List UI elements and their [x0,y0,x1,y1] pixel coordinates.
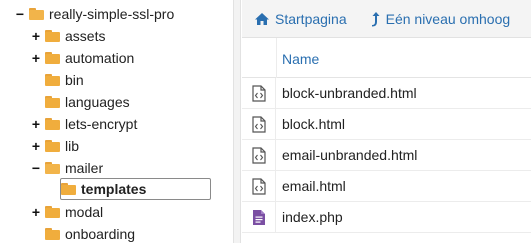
file-list: Name block-unbranded.html block.html ema… [242,38,531,243]
tree-node-assets[interactable]: + assets [30,25,106,47]
name-column-header[interactable]: Name [282,51,319,67]
tree-node-label: lib [65,138,80,154]
expand-toggle-icon[interactable]: + [30,201,42,223]
tree-node-label: assets [65,28,106,44]
pane-splitter[interactable] [233,0,241,243]
column-divider [276,38,277,78]
expand-toggle-icon[interactable]: + [30,47,42,69]
toggle-spacer [30,69,42,91]
toggle-spacer [46,178,58,200]
folder-icon [45,96,60,108]
tree-node-label: languages [65,94,130,110]
file-row[interactable]: block.html [242,108,531,140]
list-header: Name [242,38,531,78]
collapse-toggle-icon[interactable]: − [14,3,26,25]
up-level-button[interactable]: Eén niveau omhoog [371,10,511,27]
tree-node-label: templates [81,181,147,197]
folder-open-icon [45,162,60,174]
toggle-spacer [30,91,42,113]
tree-node-bin[interactable]: bin [30,69,84,91]
file-row[interactable]: block-unbranded.html [242,77,531,109]
tree-node-modal[interactable]: + modal [30,201,103,223]
folder-icon [45,118,60,130]
tree-node-root[interactable]: − really-simple-ssl-pro [14,3,174,25]
home-icon [255,12,269,25]
tree-node-label: modal [65,204,104,220]
folder-tree: − really-simple-ssl-pro + assets + autom… [0,0,233,243]
expand-toggle-icon[interactable]: + [30,113,42,135]
php-file-icon [242,201,276,233]
collapse-toggle-icon[interactable]: − [30,157,42,179]
folder-open-icon [29,8,44,20]
folder-icon [45,206,60,218]
file-row[interactable]: email-unbranded.html [242,139,531,171]
home-button[interactable]: Startpagina [254,11,347,27]
toggle-spacer [30,223,42,243]
file-name: email.html [282,178,346,194]
home-button-label: Startpagina [275,10,347,27]
tree-node-lets-encrypt[interactable]: + lets-encrypt [30,113,137,135]
folder-icon [61,183,76,195]
file-row[interactable]: email.html [242,170,531,202]
tree-node-lib[interactable]: + lib [30,135,79,157]
file-name: block.html [282,116,346,132]
folder-icon [45,74,60,86]
code-file-icon [242,77,276,109]
tree-node-label: really-simple-ssl-pro [49,6,175,22]
tree-node-label: onboarding [65,226,136,242]
tree-node-label: bin [65,72,84,88]
expand-toggle-icon[interactable]: + [30,135,42,157]
file-name: email-unbranded.html [282,147,418,163]
folder-icon [45,228,60,240]
folder-icon [45,140,60,152]
tree-node-mailer[interactable]: − mailer [30,157,103,179]
folder-icon [45,30,60,42]
file-name: index.php [282,209,343,225]
file-row[interactable]: index.php [242,201,531,233]
file-name: block-unbranded.html [282,85,417,101]
level-up-icon [371,11,380,26]
tree-node-label: automation [65,50,135,66]
tree-node-onboarding[interactable]: onboarding [30,223,135,243]
code-file-icon [242,108,276,140]
tree-node-automation[interactable]: + automation [30,47,134,69]
tree-node-label: lets-encrypt [65,116,138,132]
code-file-icon [242,139,276,171]
folder-icon [45,52,60,64]
up-level-button-label: Eén niveau omhoog [385,10,511,27]
expand-toggle-icon[interactable]: + [30,25,42,47]
tree-node-templates[interactable]: templates [46,178,146,200]
code-file-icon [242,170,276,202]
tree-node-label: mailer [65,160,104,176]
toolbar: Startpagina Eén niveau omhoog [242,0,531,38]
tree-node-languages[interactable]: languages [30,91,130,113]
